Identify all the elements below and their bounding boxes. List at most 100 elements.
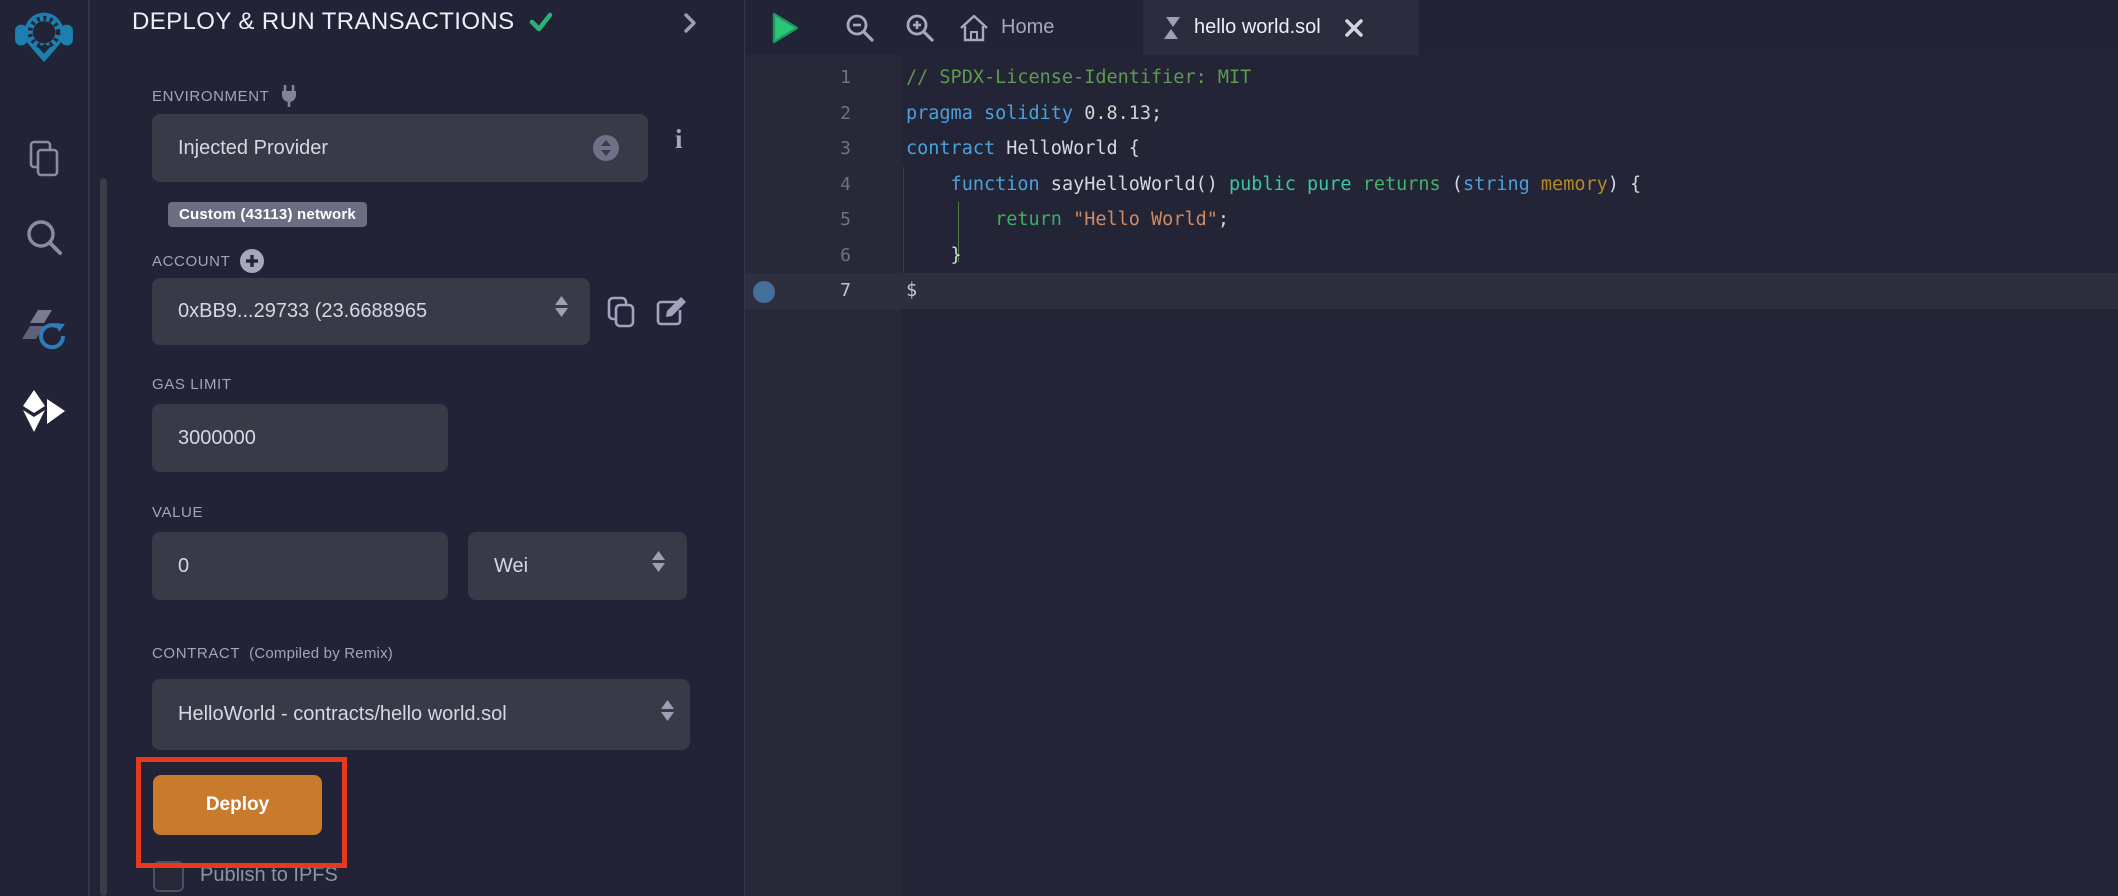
token-keyword: string: [1463, 174, 1530, 195]
token-prompt: $: [906, 280, 917, 301]
environment-value: Injected Provider: [152, 137, 328, 160]
environment-label: ENVIRONMENT: [152, 84, 300, 108]
token-string: "Hello World": [1073, 209, 1218, 230]
token-plain: [906, 174, 951, 195]
deploy-button[interactable]: Deploy: [153, 775, 322, 835]
contract-spinner-icon[interactable]: [661, 700, 674, 721]
line-number: 3: [781, 131, 851, 167]
file-tab-label: hello world.sol: [1194, 16, 1321, 39]
gas-limit-label: GAS LIMIT: [152, 376, 232, 393]
solidity-compiler-icon[interactable]: [0, 306, 88, 356]
token-keyword: solidity: [984, 103, 1073, 124]
contract-value: HelloWorld - contracts/hello world.sol: [152, 703, 507, 726]
solidity-file-icon: [1161, 15, 1183, 41]
editor-area: Home hello world.sol: [744, 0, 2118, 896]
line-number: 5: [781, 202, 851, 238]
value-input[interactable]: 0: [152, 532, 448, 600]
indent-guide: [903, 167, 904, 273]
token-plain: ;: [1151, 103, 1162, 124]
panel-scrollbar[interactable]: [100, 178, 107, 896]
code-line[interactable]: $: [906, 273, 1641, 309]
gas-limit-input[interactable]: 3000000: [152, 404, 448, 472]
line-number: 1: [781, 60, 851, 96]
token-number: 0.8.13: [1084, 103, 1151, 124]
tab-file-active[interactable]: hello world.sol: [1143, 0, 1419, 55]
token-keyword: contract: [906, 138, 995, 159]
line-number: 2: [781, 96, 851, 132]
token-plain: sayHelloWorld(): [1040, 174, 1229, 195]
editor-toolbar: Home hello world.sol: [745, 0, 2118, 55]
panel-expand-chevron-icon[interactable]: [682, 12, 698, 34]
token-plain: HelloWorld {: [995, 138, 1140, 159]
home-tab-label: Home: [1001, 16, 1054, 39]
token-plain: [1062, 209, 1073, 230]
account-select[interactable]: 0xBB9...29733 (23.6688965: [152, 278, 590, 345]
token-plain: ;: [1218, 209, 1229, 230]
edit-icon[interactable]: [654, 296, 688, 328]
file-explorer-icon[interactable]: [0, 137, 88, 179]
copy-icon[interactable]: [605, 295, 637, 329]
token-plain: (: [1441, 174, 1463, 195]
contract-sublabel: (Compiled by Remix): [249, 645, 393, 662]
token-plain: ) {: [1608, 174, 1641, 195]
account-spinner-icon[interactable]: [555, 296, 568, 317]
panel-title: DEPLOY & RUN TRANSACTIONS: [132, 8, 553, 36]
token-builtin: pure: [1307, 174, 1352, 195]
value-unit-select[interactable]: Wei: [468, 532, 687, 600]
token-plain: [1073, 103, 1084, 124]
remix-ide-window: DEPLOY & RUN TRANSACTIONS ENVIRONMENT In…: [0, 0, 2118, 896]
environment-caret-icon[interactable]: [592, 134, 620, 162]
token-plain: [906, 209, 995, 230]
run-script-icon[interactable]: [771, 0, 799, 55]
code-lines[interactable]: // SPDX-License-Identifier: MITpragma so…: [906, 60, 1641, 309]
network-badge: Custom (43113) network: [168, 202, 367, 227]
gutter-numbers: 1234567: [781, 60, 851, 309]
unit-spinner-icon[interactable]: [652, 551, 665, 572]
code-line[interactable]: function sayHelloWorld() public pure ret…: [906, 167, 1641, 203]
zoom-out-icon[interactable]: [845, 0, 875, 55]
environment-select[interactable]: Injected Provider: [152, 114, 648, 182]
zoom-in-icon[interactable]: [905, 0, 935, 55]
account-value: 0xBB9...29733 (23.6688965: [152, 300, 427, 323]
deploy-run-panel: DEPLOY & RUN TRANSACTIONS ENVIRONMENT In…: [90, 0, 744, 896]
code-line[interactable]: contract HelloWorld {: [906, 131, 1641, 167]
token-storage: memory: [1541, 174, 1608, 195]
code-line[interactable]: // SPDX-License-Identifier: MIT: [906, 60, 1641, 96]
value-label: VALUE: [152, 504, 203, 521]
line-number: 4: [781, 167, 851, 203]
token-keyword: function: [951, 174, 1040, 195]
tab-home[interactable]: Home: [959, 0, 1054, 55]
account-label: ACCOUNT: [152, 248, 265, 274]
token-modifier: returns: [1363, 174, 1441, 195]
token-plain: [973, 103, 984, 124]
remix-logo[interactable]: [0, 8, 88, 64]
value-amount: 0: [152, 555, 189, 578]
search-icon[interactable]: [0, 216, 88, 260]
token-plain: [1352, 174, 1363, 195]
code-line[interactable]: }: [906, 238, 1641, 274]
green-checkmark-icon: [529, 12, 553, 32]
info-icon[interactable]: i: [675, 124, 683, 155]
token-plain: }: [906, 245, 962, 266]
token-builtin: public: [1229, 174, 1296, 195]
panel-title-text: DEPLOY & RUN TRANSACTIONS: [132, 8, 515, 36]
publish-ipfs-label: Publish to IPFS: [200, 864, 338, 887]
deploy-run-icon[interactable]: [0, 388, 88, 436]
plus-circle-icon[interactable]: [239, 248, 265, 274]
token-control: return: [995, 209, 1062, 230]
home-icon: [959, 14, 989, 42]
plug-icon: [278, 84, 300, 108]
token-plain: [1296, 174, 1307, 195]
code-line[interactable]: return "Hello World";: [906, 202, 1641, 238]
publish-ipfs-checkbox[interactable]: [153, 861, 184, 892]
line-number: 6: [781, 238, 851, 274]
contract-select[interactable]: HelloWorld - contracts/hello world.sol: [152, 679, 690, 750]
token-keyword: pragma: [906, 103, 973, 124]
breakpoint-dot[interactable]: [753, 281, 775, 303]
value-unit: Wei: [468, 555, 528, 578]
close-icon[interactable]: [1344, 18, 1364, 38]
activity-bar: [0, 0, 90, 896]
contract-label: CONTRACT (Compiled by Remix): [152, 645, 393, 662]
gas-limit-value: 3000000: [152, 427, 256, 450]
code-line[interactable]: pragma solidity 0.8.13;: [906, 96, 1641, 132]
